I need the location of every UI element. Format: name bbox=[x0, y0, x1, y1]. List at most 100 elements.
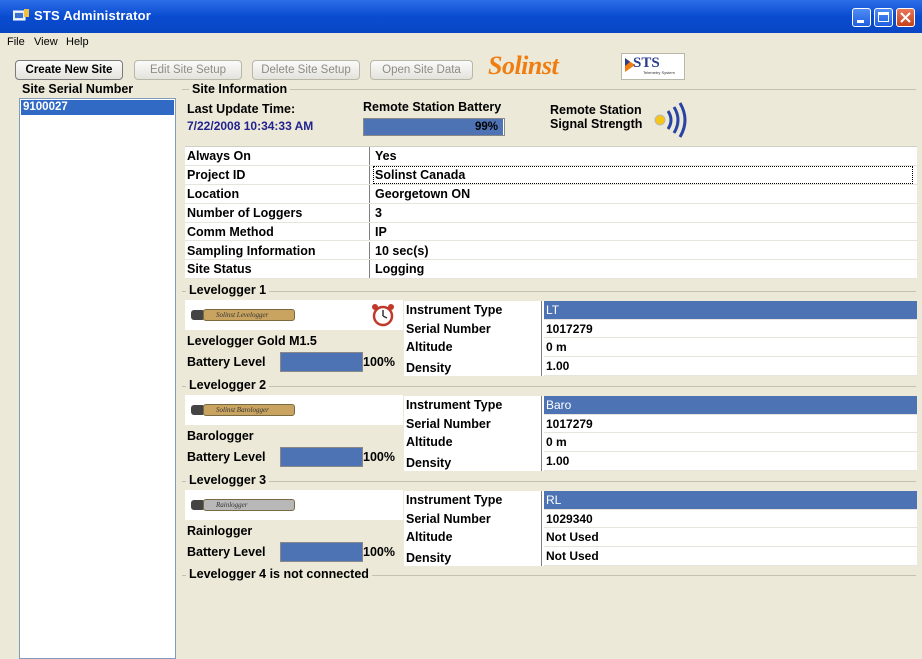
logger-detail-key: Serial Number bbox=[404, 414, 542, 434]
site-list-item[interactable]: 9100027 bbox=[21, 100, 174, 115]
alarm-clock-icon bbox=[372, 304, 394, 327]
signal-label-line2: Signal Strength bbox=[550, 117, 643, 131]
logger-name: Rainlogger bbox=[187, 524, 253, 538]
logger-groupline bbox=[182, 481, 916, 482]
delete-site-setup-button[interactable]: Delete Site Setup bbox=[252, 60, 360, 80]
probe-body-icon: Solinst Levelogger bbox=[203, 309, 295, 321]
logger-detail-value[interactable]: Not Used bbox=[544, 528, 917, 547]
logger-detail-value[interactable]: 0 m bbox=[544, 338, 917, 357]
logger-block: Solinst Levelogger Levelogger Gold M1.5 Ba… bbox=[185, 300, 918, 378]
maximize-button[interactable] bbox=[874, 8, 893, 27]
logger-name: Levelogger Gold M1.5 bbox=[187, 334, 317, 348]
site-info-value[interactable]: Logging bbox=[373, 260, 913, 278]
logger-detail-row: Density 1.00 bbox=[404, 452, 917, 471]
site-info-value[interactable]: Yes bbox=[373, 147, 913, 165]
site-info-title: Site Information bbox=[189, 82, 291, 96]
site-info-value[interactable]: Georgetown ON bbox=[373, 185, 913, 203]
site-info-value[interactable]: Solinst Canada bbox=[373, 165, 913, 184]
minimize-button[interactable] bbox=[852, 8, 871, 27]
site-info-key: Sampling Information bbox=[185, 241, 370, 260]
logger-detail-value[interactable]: 1017279 bbox=[544, 320, 917, 339]
site-info-value[interactable]: IP bbox=[373, 223, 913, 241]
logger-image: Solinst Levelogger bbox=[185, 300, 403, 330]
logger-groupline bbox=[182, 291, 916, 292]
menu-bar: File View Help bbox=[0, 33, 922, 51]
logger-detail-key: Instrument Type bbox=[404, 491, 542, 510]
logger-battery-label: Battery Level bbox=[187, 355, 266, 369]
site-info-row: Sampling Information 10 sec(s) bbox=[185, 241, 917, 261]
logger-detail-key: Density bbox=[404, 452, 542, 471]
logger-detail-row: Density 1.00 bbox=[404, 357, 917, 376]
site-list-header: Site Serial Number bbox=[22, 82, 134, 96]
logger-detail-row: Serial Number 1017279 bbox=[404, 414, 917, 434]
logger-title: Levelogger 1 bbox=[186, 283, 270, 297]
solinst-logo: Solinst bbox=[488, 51, 559, 80]
logger-title: Levelogger 2 bbox=[186, 378, 270, 392]
logger-detail-grid: Instrument Type RL Serial Number 1029340 Alt… bbox=[404, 491, 917, 566]
logger-detail-value[interactable]: 0 m bbox=[544, 433, 917, 452]
logger-detail-grid: Instrument Type LT Serial Number 1017279 Alt… bbox=[404, 301, 917, 376]
logger-detail-value[interactable]: 1.00 bbox=[544, 452, 917, 471]
logger-battery-percent: 100% bbox=[363, 545, 395, 559]
logger-detail-value[interactable]: LT bbox=[544, 301, 917, 320]
sts-logo: STS Telemetry System bbox=[621, 53, 685, 80]
logger-detail-value[interactable]: RL bbox=[544, 491, 917, 510]
window-title: STS Administrator bbox=[34, 8, 152, 23]
logger-detail-row: Instrument Type LT bbox=[404, 301, 917, 320]
logger-detail-row: Density Not Used bbox=[404, 547, 917, 566]
logger-title: Levelogger 3 bbox=[186, 473, 270, 487]
site-info-row: Location Georgetown ON bbox=[185, 184, 917, 204]
site-info-value[interactable]: 3 bbox=[373, 204, 913, 222]
logger-detail-value[interactable]: 1017279 bbox=[544, 415, 917, 434]
menu-view[interactable]: View bbox=[34, 36, 58, 48]
menu-file[interactable]: File bbox=[7, 36, 25, 48]
site-info-key: Site Status bbox=[185, 260, 370, 279]
logger-detail-value[interactable]: 1029340 bbox=[544, 510, 917, 529]
logger-image: Rainlogger bbox=[185, 490, 403, 520]
site-info-key: Always On bbox=[185, 147, 370, 165]
signal-strength-icon bbox=[654, 102, 687, 138]
close-button[interactable] bbox=[896, 8, 915, 27]
logger-detail-row: Instrument Type RL bbox=[404, 491, 917, 510]
logger-block: Solinst Barologger Barologger Battery Leve… bbox=[185, 395, 918, 473]
logger-battery-label: Battery Level bbox=[187, 450, 266, 464]
logger-groupline bbox=[182, 386, 916, 387]
site-info-key: Location bbox=[185, 184, 370, 203]
site-info-key: Comm Method bbox=[185, 222, 370, 241]
logger-battery-label: Battery Level bbox=[187, 545, 266, 559]
site-info-row: Number of Loggers 3 bbox=[185, 203, 917, 223]
site-info-grid: Always On Yes Project ID Solinst Canada Loca… bbox=[185, 146, 917, 280]
logger-detail-row: Instrument Type Baro bbox=[404, 396, 917, 415]
logger-detail-key: Serial Number bbox=[404, 509, 542, 529]
signal-label-line1: Remote Station bbox=[550, 103, 642, 117]
site-info-row: Site Status Logging bbox=[185, 260, 917, 280]
site-info-groupline bbox=[182, 89, 916, 90]
logger-detail-row: Altitude Not Used bbox=[404, 528, 917, 547]
logger-name: Barologger bbox=[187, 429, 254, 443]
logger-detail-key: Instrument Type bbox=[404, 301, 542, 320]
logger-detail-key: Altitude bbox=[404, 433, 542, 452]
logger-detail-value[interactable]: 1.00 bbox=[544, 357, 917, 376]
probe-body-icon: Solinst Barologger bbox=[203, 404, 295, 416]
site-info-row: Always On Yes bbox=[185, 147, 917, 166]
site-info-row: Project ID Solinst Canada bbox=[185, 165, 917, 185]
logger-detail-value[interactable]: Not Used bbox=[544, 547, 917, 566]
probe-body-icon: Rainlogger bbox=[203, 499, 295, 511]
site-info-value[interactable]: 10 sec(s) bbox=[373, 242, 913, 260]
create-new-site-button[interactable]: Create New Site bbox=[15, 60, 123, 80]
edit-site-setup-button[interactable]: Edit Site Setup bbox=[134, 60, 242, 80]
logger-detail-key: Instrument Type bbox=[404, 396, 542, 415]
menu-help[interactable]: Help bbox=[66, 36, 89, 48]
last-update-value: 7/22/2008 10:34:33 AM bbox=[187, 119, 314, 133]
site-info-row: Comm Method IP bbox=[185, 222, 917, 242]
logger-battery-bar bbox=[280, 352, 363, 372]
logger-block: Rainlogger Rainlogger Battery Level 100% Ins… bbox=[185, 490, 918, 568]
site-list[interactable]: 9100027 bbox=[19, 98, 176, 659]
logger4-status: Levelogger 4 is not connected bbox=[186, 567, 372, 581]
logger-detail-row: Serial Number 1017279 bbox=[404, 319, 917, 339]
last-update-label: Last Update Time: bbox=[187, 102, 296, 116]
logger-detail-key: Altitude bbox=[404, 528, 542, 547]
logger-detail-value[interactable]: Baro bbox=[544, 396, 917, 415]
open-site-data-button[interactable]: Open Site Data bbox=[370, 60, 473, 80]
station-battery-label: Remote Station Battery bbox=[363, 100, 502, 114]
